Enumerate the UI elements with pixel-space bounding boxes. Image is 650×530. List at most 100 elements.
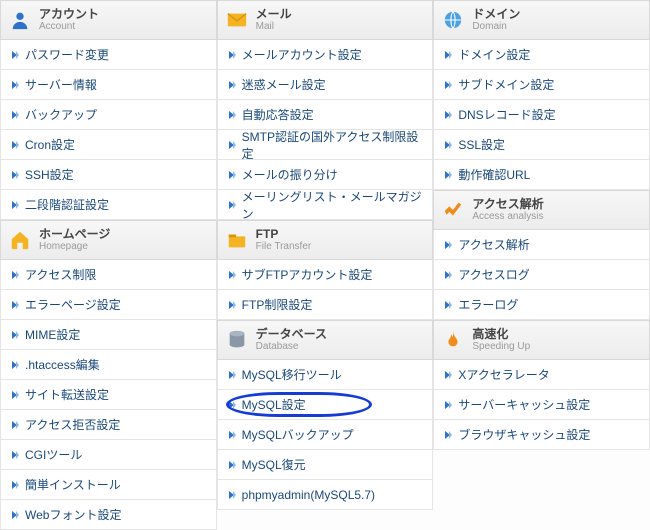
domain-title-ja: ドメイン <box>472 8 520 21</box>
arrow-bullet-icon <box>11 171 19 179</box>
homepage-item-7[interactable]: 簡単インストール <box>0 470 217 500</box>
domain-item-0-label: ドメイン設定 <box>458 46 530 63</box>
account-item-4-label: SSH設定 <box>25 166 74 183</box>
database-title-ja: データベース <box>256 328 327 341</box>
account-icon <box>9 9 31 31</box>
homepage-item-3[interactable]: .htaccess編集 <box>0 350 217 380</box>
database-item-3[interactable]: MySQL復元 <box>217 450 434 480</box>
homepage-section-header: ホームページHomepage <box>0 220 217 260</box>
account-item-3[interactable]: Cron設定 <box>0 130 217 160</box>
access-item-2-label: エラーログ <box>458 296 518 313</box>
access-item-2[interactable]: エラーログ <box>433 290 650 320</box>
arrow-bullet-icon <box>228 171 236 179</box>
mail-item-3-label: SMTP認証の国外アクセス制限設定 <box>242 128 423 162</box>
domain-item-4[interactable]: 動作確認URL <box>433 160 650 190</box>
mail-item-3[interactable]: SMTP認証の国外アクセス制限設定 <box>217 130 434 160</box>
homepage-item-6[interactable]: CGIツール <box>0 440 217 470</box>
arrow-bullet-icon <box>444 371 452 379</box>
arrow-bullet-icon <box>228 271 236 279</box>
domain-item-3-label: SSL設定 <box>458 136 505 153</box>
arrow-bullet-icon <box>228 431 236 439</box>
arrow-bullet-icon <box>444 141 452 149</box>
account-item-1-label: サーバー情報 <box>25 76 97 93</box>
domain-item-0[interactable]: ドメイン設定 <box>433 40 650 70</box>
arrow-bullet-icon <box>228 491 236 499</box>
mail-item-2[interactable]: 自動応答設定 <box>217 100 434 130</box>
arrow-bullet-icon <box>228 201 236 209</box>
speed-item-1-label: サーバーキャッシュ設定 <box>458 396 590 413</box>
domain-item-2[interactable]: DNSレコード設定 <box>433 100 650 130</box>
account-item-5[interactable]: 二段階認証設定 <box>0 190 217 220</box>
arrow-bullet-icon <box>444 301 452 309</box>
speed-title-en: Speeding Up <box>472 341 530 352</box>
account-item-0[interactable]: パスワード変更 <box>0 40 217 70</box>
database-item-1[interactable]: MySQL設定 <box>217 390 434 420</box>
arrow-bullet-icon <box>228 301 236 309</box>
arrow-bullet-icon <box>11 201 19 209</box>
domain-item-1[interactable]: サブドメイン設定 <box>433 70 650 100</box>
homepage-item-7-label: 簡単インストール <box>25 476 121 493</box>
arrow-bullet-icon <box>11 451 19 459</box>
homepage-item-6-label: CGIツール <box>25 446 82 463</box>
ftp-item-0[interactable]: サブFTPアカウント設定 <box>217 260 434 290</box>
database-item-4-label: phpmyadmin(MySQL5.7) <box>242 488 375 502</box>
arrow-bullet-icon <box>444 271 452 279</box>
access-title-ja: アクセス解析 <box>472 198 543 211</box>
arrow-bullet-icon <box>228 371 236 379</box>
ftp-icon <box>226 229 248 251</box>
account-item-3-label: Cron設定 <box>25 136 75 153</box>
homepage-item-5-label: アクセス拒否設定 <box>25 416 120 433</box>
access-item-0-label: アクセス解析 <box>458 236 529 253</box>
homepage-item-8[interactable]: Webフォント設定 <box>0 500 217 530</box>
arrow-bullet-icon <box>444 171 452 179</box>
homepage-item-0-label: アクセス制限 <box>25 266 96 283</box>
arrow-bullet-icon <box>11 421 19 429</box>
mail-title-en: Mail <box>256 21 292 32</box>
database-item-0-label: MySQL移行ツール <box>242 366 342 383</box>
access-item-1[interactable]: アクセスログ <box>433 260 650 290</box>
database-title-en: Database <box>256 341 327 352</box>
access-item-0[interactable]: アクセス解析 <box>433 230 650 260</box>
ftp-title-en: File Transfer <box>256 241 312 252</box>
arrow-bullet-icon <box>11 81 19 89</box>
database-item-4[interactable]: phpmyadmin(MySQL5.7) <box>217 480 434 510</box>
homepage-item-8-label: Webフォント設定 <box>25 506 121 523</box>
mail-title-ja: メール <box>256 8 292 21</box>
account-item-1[interactable]: サーバー情報 <box>0 70 217 100</box>
ftp-item-1[interactable]: FTP制限設定 <box>217 290 434 320</box>
homepage-icon <box>9 229 31 251</box>
database-item-2[interactable]: MySQLバックアップ <box>217 420 434 450</box>
arrow-bullet-icon <box>444 241 452 249</box>
mail-item-4[interactable]: メールの振り分け <box>217 160 434 190</box>
mail-item-0-label: メールアカウント設定 <box>242 46 362 63</box>
arrow-bullet-icon <box>11 111 19 119</box>
database-item-2-label: MySQLバックアップ <box>242 426 354 443</box>
account-item-5-label: 二段階認証設定 <box>25 196 109 213</box>
account-item-4[interactable]: SSH設定 <box>0 160 217 190</box>
access-section-header: アクセス解析Access analysis <box>433 190 650 230</box>
domain-title-en: Domain <box>472 21 520 32</box>
speed-section-header: 高速化Speeding Up <box>433 320 650 360</box>
mail-item-5[interactable]: メーリングリスト・メールマガジン <box>217 190 434 220</box>
arrow-bullet-icon <box>11 301 19 309</box>
arrow-bullet-icon <box>444 51 452 59</box>
homepage-item-4[interactable]: サイト転送設定 <box>0 380 217 410</box>
homepage-item-2[interactable]: MIME設定 <box>0 320 217 350</box>
homepage-item-4-label: サイト転送設定 <box>25 386 109 403</box>
domain-item-3[interactable]: SSL設定 <box>433 130 650 160</box>
speed-item-0[interactable]: Xアクセラレータ <box>433 360 650 390</box>
account-item-2[interactable]: バックアップ <box>0 100 217 130</box>
speed-item-2[interactable]: ブラウザキャッシュ設定 <box>433 420 650 450</box>
arrow-bullet-icon <box>11 51 19 59</box>
mail-item-0[interactable]: メールアカウント設定 <box>217 40 434 70</box>
mail-section-header: メールMail <box>217 0 434 40</box>
arrow-bullet-icon <box>11 141 19 149</box>
homepage-item-0[interactable]: アクセス制限 <box>0 260 217 290</box>
speed-item-1[interactable]: サーバーキャッシュ設定 <box>433 390 650 420</box>
mail-item-1[interactable]: 迷惑メール設定 <box>217 70 434 100</box>
domain-icon <box>442 9 464 31</box>
homepage-title-en: Homepage <box>39 241 110 252</box>
homepage-item-1[interactable]: エラーページ設定 <box>0 290 217 320</box>
database-item-0[interactable]: MySQL移行ツール <box>217 360 434 390</box>
homepage-item-5[interactable]: アクセス拒否設定 <box>0 410 217 440</box>
